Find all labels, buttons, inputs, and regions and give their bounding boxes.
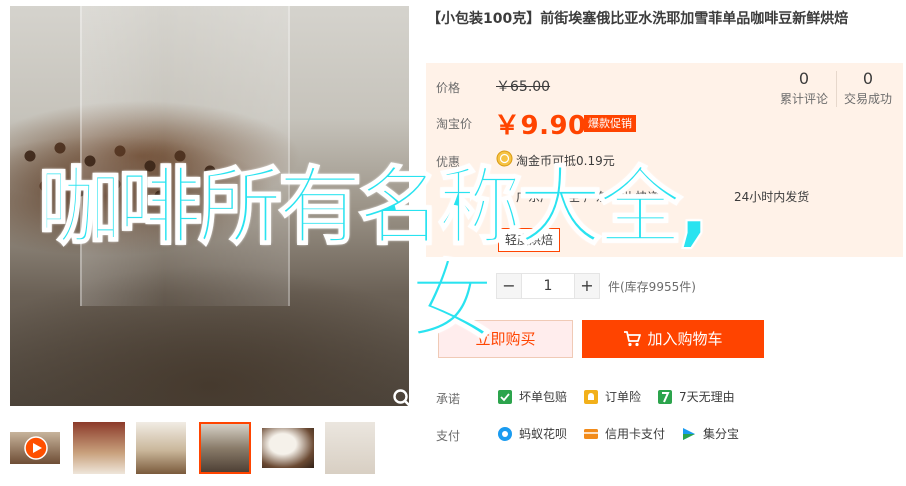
promise-item[interactable]: 7天无理由: [657, 388, 735, 405]
thumbnail-4-selected[interactable]: [199, 422, 251, 474]
promise-item[interactable]: 订单险: [583, 388, 641, 405]
coffee-beans-illustration: [10, 126, 270, 236]
add-to-cart-button[interactable]: 加入购物车: [582, 320, 764, 358]
payment-text: 信用卡支付: [605, 427, 666, 441]
taobao-price-label: 淘宝价: [436, 117, 473, 131]
payment-text: 蚂蚁花呗: [519, 427, 568, 441]
current-price: ￥9.90: [494, 111, 587, 141]
seven-day-icon: [658, 389, 672, 404]
trade-count: 0: [862, 69, 874, 88]
promotion-tag: 爆款促销: [584, 115, 636, 132]
promise-item[interactable]: 坏单包赔: [497, 388, 567, 405]
payment-label: 支付: [436, 429, 461, 443]
trade-count-stat: 0 交易成功: [838, 69, 898, 107]
promise-label: 承诺: [436, 392, 461, 406]
thumbnail-2[interactable]: [73, 422, 125, 474]
price-panel: 价格 ￥65.00 0 累计评论 0 交易成功 淘宝价 ￥9.90 爆款促销 优…: [426, 63, 903, 257]
trade-count-label: 交易成功: [843, 92, 892, 106]
promise-text: 坏单包赔: [519, 390, 568, 404]
gold-coin-icon: [496, 150, 513, 167]
quantity-increase-button[interactable]: +: [574, 273, 600, 299]
jifenbao-icon: [683, 427, 695, 440]
shipping-info: 广东广州 至 广东广州 快递:: [516, 190, 664, 204]
flavor-option[interactable]: 轻度烘焙: [498, 228, 561, 252]
magnifier-icon[interactable]: [392, 388, 409, 406]
thumbnail-3[interactable]: [136, 422, 186, 474]
buy-now-button[interactable]: 立即购买: [438, 320, 573, 358]
promise-text: 7天无理由: [679, 390, 735, 404]
promise-text: 订单险: [605, 390, 642, 404]
review-count: 0: [798, 69, 810, 88]
credit-card-icon: [584, 428, 598, 439]
stat-divider: [836, 71, 837, 107]
add-to-cart-label: 加入购物车: [647, 330, 723, 348]
promo-label: 优惠: [436, 155, 461, 169]
thumbnail-5[interactable]: [262, 428, 314, 468]
quantity-decrease-button[interactable]: −: [496, 273, 522, 299]
main-product-image[interactable]: [10, 6, 409, 406]
promo-text: 淘金币可抵0.19元: [516, 154, 615, 168]
cart-icon: [624, 331, 642, 347]
review-count-stat[interactable]: 0 累计评论: [774, 69, 834, 107]
shield-icon: [498, 389, 512, 404]
payment-item[interactable]: 信用卡支付: [583, 425, 665, 442]
thumbnail-6[interactable]: [325, 422, 375, 474]
quantity-input[interactable]: 1: [522, 273, 574, 299]
huabei-icon: [498, 426, 512, 441]
payment-text: 集分宝: [703, 427, 740, 441]
price-label: 价格: [436, 81, 461, 95]
payment-item[interactable]: 蚂蚁花呗: [497, 425, 567, 442]
payment-item[interactable]: 集分宝: [681, 425, 739, 442]
bell-icon: [584, 389, 598, 404]
product-title: 【小包装100克】前街埃塞俄比亚水洗耶加雪菲单品咖啡豆新鲜烘焙: [427, 11, 849, 27]
stock-info: 件(库存9955件): [608, 280, 696, 294]
quantity-stepper: − 1 +: [496, 273, 600, 299]
shipping-time: 24小时内发货: [734, 190, 810, 204]
thumbnail-video[interactable]: [10, 432, 60, 464]
original-price: ￥65.00: [496, 79, 551, 95]
review-count-label: 累计评论: [779, 92, 828, 106]
play-icon: [24, 436, 48, 460]
